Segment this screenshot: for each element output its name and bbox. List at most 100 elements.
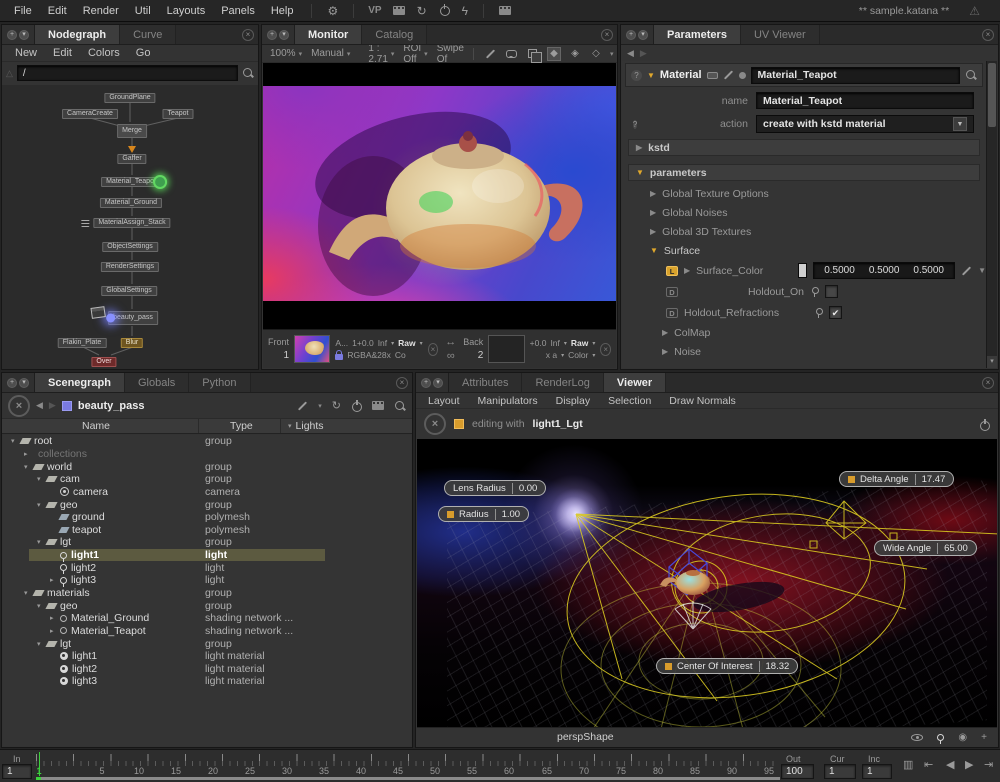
graph-node[interactable]: Over — [91, 357, 116, 367]
annotate-pen-icon[interactable] — [484, 47, 498, 61]
back-raw-dropdown[interactable]: Raw — [571, 338, 588, 348]
expand-triangle-icon[interactable]: ▼ — [647, 71, 655, 80]
scenegraph-row[interactable]: lgt group — [3, 536, 411, 549]
zoom-dropdown[interactable]: 100%▾ — [267, 48, 305, 59]
monitor-image-area[interactable] — [263, 63, 616, 331]
front-channels[interactable]: RGBA&28x — [347, 350, 390, 360]
scenegraph-row[interactable]: light3 light material — [3, 675, 411, 688]
back-exposure[interactable]: +0.0 — [530, 338, 547, 348]
back-xa[interactable]: x a — [546, 350, 557, 360]
update-mode-dropdown[interactable]: Manual▾ — [308, 48, 353, 59]
ratio-dropdown[interactable]: 1 : 2.71▾ — [365, 43, 397, 65]
viewer-menu-item[interactable]: Manipulators — [470, 394, 546, 408]
column-type[interactable]: Type — [230, 420, 253, 432]
prev-frame-icon[interactable]: ◀ — [946, 758, 954, 771]
surface-group[interactable]: ▼ Surface — [622, 241, 986, 260]
graph-node[interactable]: GroundPlane — [104, 93, 155, 103]
name-value-input[interactable]: Material_Teapot — [756, 92, 974, 109]
current-frame-field[interactable]: 1 — [824, 764, 856, 779]
back-icon[interactable]: ◀ — [627, 48, 634, 59]
radius-pill[interactable]: Radius 1.00 — [438, 506, 529, 522]
gear-icon[interactable]: ⚙ — [322, 4, 343, 18]
menubar-item[interactable]: Util — [127, 3, 159, 19]
nodegraph-menu-item[interactable]: Go — [129, 46, 158, 60]
viewer-menu-item[interactable]: Draw Normals — [661, 394, 744, 408]
graph-node[interactable]: Teapot — [162, 109, 193, 119]
viewer-viewport[interactable]: Lens Radius 0.00 Radius 1.00 Delta Angle… — [417, 439, 997, 729]
material-node-header[interactable]: ? ▼ Material Material_Teapot — [625, 63, 983, 87]
viewer-menu-item[interactable]: Selection — [600, 394, 659, 408]
close-icon[interactable]: × — [242, 29, 254, 41]
power-icon[interactable] — [979, 419, 990, 430]
scenegraph-row[interactable]: camera camera — [3, 486, 411, 499]
film-icon[interactable] — [388, 4, 410, 18]
graph-node[interactable]: MaterialAssign_Stack — [93, 218, 170, 228]
viewer-tab[interactable]: Viewer — [604, 373, 666, 392]
chevron-down-icon[interactable]: ▼ — [953, 117, 967, 131]
state-icon[interactable] — [814, 307, 823, 319]
action-dropdown[interactable]: create with kstd material ▼ — [756, 115, 974, 133]
hook-icon[interactable]: ϟ — [457, 4, 473, 18]
graph-node[interactable]: GlobalSettings — [101, 286, 157, 296]
graph-node[interactable]: Flakin_Plate — [58, 338, 107, 348]
panel-split-buttons[interactable]: +▾ — [2, 373, 35, 392]
back-icon[interactable]: ◀ — [36, 400, 43, 411]
scenegraph-row[interactable]: light2 light material — [3, 663, 411, 676]
panel-split-buttons[interactable]: +▾ — [2, 25, 35, 44]
kstd-group[interactable]: ▶ kstd — [628, 139, 980, 156]
tag-icon[interactable] — [707, 72, 718, 79]
viewer-tab[interactable]: RenderLog — [522, 373, 603, 392]
front-clear-icon[interactable]: × — [428, 343, 439, 356]
graph-node[interactable]: Material_Teapot — [101, 177, 161, 187]
comment-icon[interactable] — [505, 47, 519, 61]
out-frame-field[interactable]: 100 — [781, 764, 814, 779]
menubar-item[interactable]: Panels — [213, 3, 263, 19]
scenegraph-row[interactable]: world group — [3, 460, 411, 473]
compare-icon[interactable]: ◈ — [568, 47, 582, 61]
menubar-item[interactable]: Render — [75, 3, 127, 19]
expander-icon[interactable] — [50, 576, 60, 584]
vp-label[interactable]: VP — [364, 5, 385, 16]
scrollbar[interactable]: ▾ — [986, 61, 997, 368]
pen-icon[interactable] — [298, 401, 307, 410]
lock-icon[interactable] — [335, 354, 343, 360]
column-divider[interactable] — [198, 419, 199, 433]
scenegraph-row[interactable]: lgt group — [3, 637, 411, 650]
snapshot-icon[interactable]: ▥ — [903, 758, 913, 771]
scenegraph-row[interactable]: collections — [3, 448, 411, 461]
render-image[interactable] — [263, 86, 616, 301]
forward-icon[interactable]: ▶ — [640, 48, 647, 59]
split-menu-icon[interactable]: ▾ — [279, 30, 289, 40]
column-lights[interactable]: ▾Lights — [288, 420, 324, 432]
split-menu-icon[interactable]: ▾ — [19, 378, 29, 388]
menubar-item[interactable]: Layouts — [159, 3, 214, 19]
increment-field[interactable]: 1 — [862, 764, 892, 779]
graph-node[interactable]: ObjectSettings — [102, 242, 158, 252]
chevron-down-icon[interactable]: ▾ — [318, 402, 322, 410]
column-divider[interactable] — [280, 419, 281, 433]
comment-icon[interactable] — [739, 72, 746, 79]
menubar-item[interactable]: Edit — [40, 3, 75, 19]
search-icon[interactable] — [394, 400, 406, 412]
default-badge[interactable]: D — [666, 308, 678, 318]
monitor-tab[interactable]: Monitor — [295, 25, 362, 44]
camera-name-label[interactable]: perspShape — [557, 731, 614, 743]
panel-split-buttons[interactable]: +▾ — [262, 25, 295, 44]
graph-node[interactable]: beauty_pass — [108, 311, 158, 325]
close-icon[interactable]: × — [601, 29, 613, 41]
refresh-icon[interactable]: ↻ — [332, 399, 341, 412]
collapsed-triangle-icon[interactable]: ▶ — [636, 143, 642, 152]
split-plus-icon[interactable]: + — [267, 30, 277, 40]
local-badge[interactable]: L — [666, 266, 678, 276]
back-clear-icon[interactable]: × — [600, 343, 611, 356]
next-keyframe-icon[interactable]: ⇥ — [984, 758, 993, 771]
colmap-group[interactable]: ▶ ColMap — [622, 323, 986, 342]
scenegraph-row[interactable]: light1 light material — [3, 650, 411, 663]
lens-radius-pill[interactable]: Lens Radius 0.00 — [444, 480, 546, 496]
prev-keyframe-icon[interactable]: ⇤ — [924, 758, 933, 771]
monitor-tab[interactable]: Catalog — [362, 25, 427, 44]
collapsed-parameter-group[interactable]: ▶ Global Texture Options — [622, 184, 986, 203]
split-menu-icon[interactable]: ▾ — [19, 30, 29, 40]
visibility-icon[interactable] — [911, 734, 923, 741]
split-plus-icon[interactable]: + — [7, 378, 17, 388]
